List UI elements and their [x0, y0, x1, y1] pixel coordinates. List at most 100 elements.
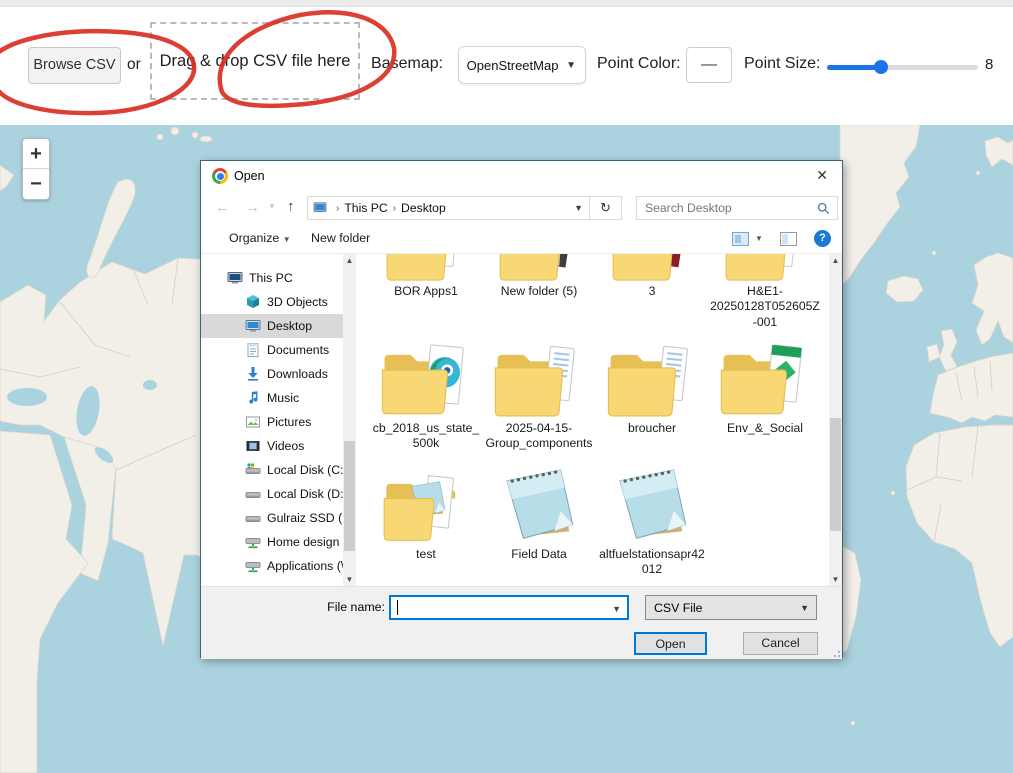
sidebar-item-gulraiz-ssd[interactable]: Gulraiz SSD (F:) [201, 506, 343, 530]
file-item[interactable]: Field Data [483, 463, 595, 562]
chevron-down-icon[interactable]: ▼ [612, 604, 621, 614]
file-name-input[interactable] [391, 597, 591, 618]
or-text: or [127, 56, 141, 74]
scroll-down-icon[interactable]: ▼ [343, 575, 356, 584]
search-input[interactable] [637, 201, 817, 215]
breadcrumb-desktop[interactable]: Desktop [401, 201, 446, 215]
sidebar-item-label: Applications (\\D [267, 559, 343, 573]
file-item[interactable]: test [370, 463, 482, 562]
file-item[interactable]: 3 [596, 254, 708, 299]
cancel-button[interactable]: Cancel [743, 632, 818, 655]
file-label: altfuelstationsapr42012 [596, 547, 708, 578]
sidebar-item-desktop[interactable]: Desktop [201, 314, 343, 338]
cube-icon [245, 294, 261, 310]
history-chevron-icon[interactable]: ▼ [268, 202, 276, 211]
sidebar-scrollbar[interactable]: ▲ ▼ [343, 254, 356, 586]
back-icon[interactable]: ← [215, 199, 230, 216]
preview-pane-icon[interactable] [780, 232, 797, 246]
organize-button[interactable]: Organize ▼ [229, 231, 291, 245]
network-drive-icon [245, 534, 261, 550]
sidebar-item-local-disk-c[interactable]: Local Disk (C:) [201, 458, 343, 482]
notepad-icon [596, 463, 708, 547]
download-icon [245, 366, 261, 382]
csv-dropzone[interactable]: Drag & drop CSV file here [150, 22, 360, 100]
file-label: New folder (5) [483, 284, 595, 299]
scroll-up-icon[interactable]: ▲ [343, 256, 356, 265]
music-note-icon [245, 390, 261, 406]
file-name-combobox: ▼ [389, 595, 629, 620]
resize-grip[interactable] [830, 647, 840, 657]
basemap-select[interactable]: OpenStreetMap ▼ [458, 46, 586, 84]
forward-icon[interactable]: → [245, 199, 260, 216]
search-icon[interactable] [817, 202, 830, 215]
sidebar-item-label: Downloads [267, 367, 328, 381]
view-options-chevron-icon[interactable]: ▼ [755, 234, 763, 243]
sidebar-item-label: 3D Objects [267, 295, 328, 309]
scrollbar-thumb[interactable] [344, 441, 355, 551]
map-zoom-control: + − [22, 138, 50, 200]
picture-icon [245, 414, 261, 430]
folder-files-icon [483, 331, 595, 421]
folder-notepad-icon [370, 463, 482, 547]
filelist-scrollbar[interactable]: ▲ ▼ [829, 254, 842, 586]
file-item[interactable]: H&E1-20250128T052605Z-001 [709, 254, 821, 330]
scrollbar-thumb[interactable] [830, 418, 841, 531]
breadcrumb-this-pc[interactable]: This PC [344, 201, 387, 215]
folder-files-icon [596, 331, 708, 421]
sidebar-item-label: Home design (\\ [267, 535, 343, 549]
sidebar-item-local-disk-d[interactable]: Local Disk (D:) [201, 482, 343, 506]
up-icon[interactable]: ↑ [287, 198, 295, 215]
text-caret [397, 600, 398, 615]
sidebar-item-3d-objects[interactable]: 3D Objects [201, 290, 343, 314]
help-icon[interactable]: ? [814, 230, 831, 247]
browse-csv-button[interactable]: Browse CSV [28, 47, 121, 84]
pc-icon [227, 270, 243, 286]
dialog-navbar: ← → ▼ ↑ › This PC › Desktop ▼ ↻ [201, 191, 842, 225]
file-item[interactable]: 2025-04-15-Group_components [483, 331, 595, 452]
close-icon[interactable]: ✕ [812, 167, 832, 184]
dialog-titlebar[interactable]: Open ✕ [201, 161, 842, 191]
refresh-button[interactable]: ↻ [590, 196, 622, 220]
file-label: BOR Apps1 [370, 284, 482, 299]
scroll-down-icon[interactable]: ▼ [829, 575, 842, 584]
sidebar-item-label: Local Disk (C:) [267, 463, 343, 477]
sidebar-item-documents[interactable]: Documents [201, 338, 343, 362]
folder-files-icon [709, 254, 821, 284]
address-dropdown-icon[interactable]: ▼ [574, 203, 583, 213]
dialog-body: This PC 3D Objects Desktop Documents Dow… [201, 254, 842, 586]
windows-disk-icon [245, 462, 261, 478]
file-item[interactable]: broucher [596, 331, 708, 436]
file-item[interactable]: altfuelstationsapr42012 [596, 463, 708, 578]
file-item[interactable]: cb_2018_us_state_500k [370, 331, 482, 452]
zoom-out-button[interactable]: − [23, 169, 49, 199]
breadcrumb[interactable]: › This PC › Desktop ▼ [307, 196, 590, 220]
sidebar-item-pictures[interactable]: Pictures [201, 410, 343, 434]
point-color-picker[interactable]: — [686, 47, 732, 83]
file-item[interactable]: Env_&_Social [709, 331, 821, 436]
view-thumbnails-icon[interactable] [732, 232, 749, 246]
sidebar-item-music[interactable]: Music [201, 386, 343, 410]
file-item[interactable]: New folder (5) [483, 254, 595, 299]
app-toolbar: Browse CSV or Drag & drop CSV file here … [0, 0, 1013, 125]
sidebar-item-downloads[interactable]: Downloads [201, 362, 343, 386]
file-item[interactable]: BOR Apps1 [370, 254, 482, 299]
sidebar-item-videos[interactable]: Videos [201, 434, 343, 458]
sidebar-item-this-pc[interactable]: This PC [201, 266, 343, 290]
sidebar-item-home-design[interactable]: Home design (\\ [201, 530, 343, 554]
scroll-up-icon[interactable]: ▲ [829, 256, 842, 265]
video-icon [245, 438, 261, 454]
point-size-slider[interactable] [827, 59, 978, 75]
new-folder-button[interactable]: New folder [311, 231, 370, 245]
slider-thumb[interactable] [874, 60, 888, 74]
file-label: 2025-04-15-Group_components [483, 421, 595, 452]
file-label: Env_&_Social [709, 421, 821, 436]
sidebar-item-applications[interactable]: Applications (\\D [201, 554, 343, 578]
file-label: cb_2018_us_state_500k [370, 421, 482, 452]
folder-dark-files-icon [483, 254, 595, 284]
file-type-select[interactable]: CSV File ▼ [645, 595, 817, 620]
disk-icon [245, 486, 261, 502]
open-button[interactable]: Open [634, 632, 707, 655]
sidebar-item-label: This PC [249, 271, 293, 285]
sidebar-item-label: Documents [267, 343, 329, 357]
zoom-in-button[interactable]: + [23, 139, 49, 169]
